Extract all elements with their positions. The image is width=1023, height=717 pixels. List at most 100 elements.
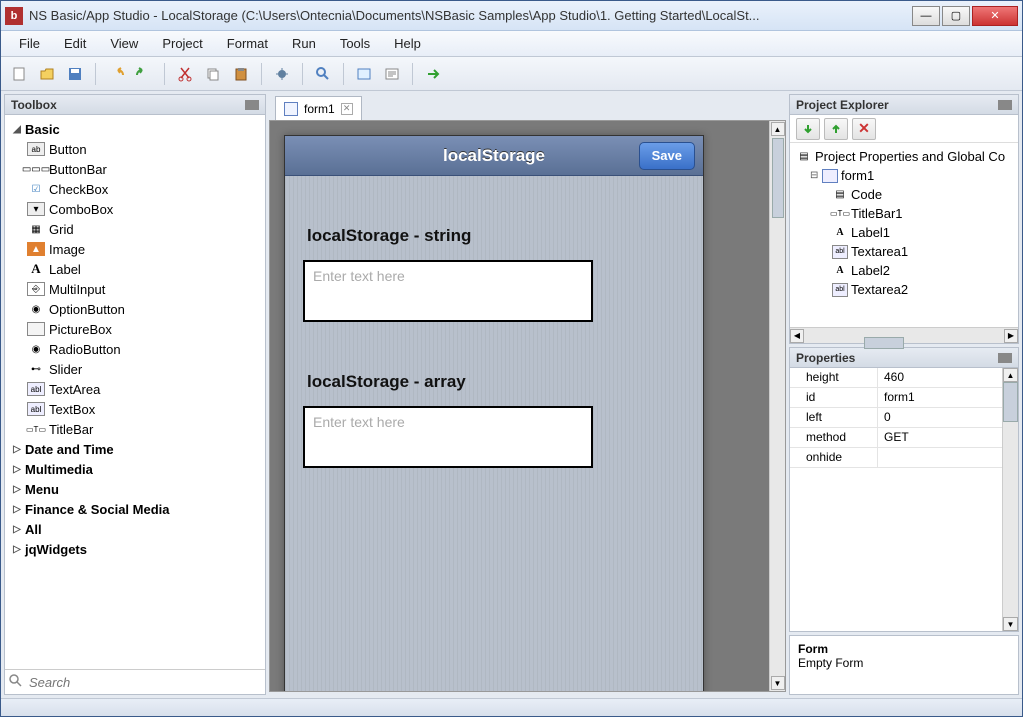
scroll-left-icon[interactable]: ◀ <box>790 329 804 343</box>
copy-icon[interactable] <box>201 62 225 86</box>
menu-help[interactable]: Help <box>382 33 433 54</box>
toolbox-item-picturebox[interactable]: PictureBox <box>5 319 265 339</box>
menu-run[interactable]: Run <box>280 33 328 54</box>
desc-title: Form <box>798 642 1010 656</box>
menu-file[interactable]: File <box>7 33 52 54</box>
prop-row-onhide[interactable]: onhide <box>790 448 1018 468</box>
explorer-form1[interactable]: ⊟form1 <box>792 166 1016 185</box>
explorer-scrollbar-h[interactable]: ◀ ▶ <box>790 327 1018 343</box>
maximize-button[interactable]: ▢ <box>942 6 970 26</box>
form-node-icon <box>822 169 838 183</box>
designer-area: form1 ✕ localStorage Save localStorage -… <box>269 94 786 695</box>
toolbox-item-combobox[interactable]: ▾ComboBox <box>5 199 265 219</box>
phone-save-button[interactable]: Save <box>639 142 695 170</box>
toolbox-item-multiinput[interactable]: ⎆MultiInput <box>5 279 265 299</box>
save-icon[interactable] <box>63 62 87 86</box>
phone-titlebar: localStorage Save <box>285 136 703 176</box>
code-icon[interactable] <box>380 62 404 86</box>
explorer-code[interactable]: ▤Code <box>792 185 1016 204</box>
toolbox-group-all[interactable]: ▷All <box>5 519 265 539</box>
move-up-button[interactable] <box>824 118 848 140</box>
properties-header: Properties <box>790 348 1018 368</box>
menu-tools[interactable]: Tools <box>328 33 382 54</box>
delete-button[interactable]: ✕ <box>852 118 876 140</box>
prop-scroll-down-icon[interactable]: ▼ <box>1003 617 1018 631</box>
toolbox-tree: ◢Basic abButton ▭▭▭ButtonBar ☑CheckBox ▾… <box>5 115 265 669</box>
toolbox-group-jqwidgets[interactable]: ▷jqWidgets <box>5 539 265 559</box>
phone-label1: localStorage - string <box>307 226 685 246</box>
scroll-down-icon[interactable]: ▼ <box>771 676 785 690</box>
prop-row-height[interactable]: height460 <box>790 368 1018 388</box>
explorer-label1[interactable]: ALabel1 <box>792 223 1016 242</box>
toolbox-item-grid[interactable]: ▦Grid <box>5 219 265 239</box>
find-icon[interactable] <box>311 62 335 86</box>
canvas-scrollbar-v[interactable]: ▲ ▼ <box>769 121 785 691</box>
search-input[interactable] <box>29 675 261 690</box>
toolbox-group-multimedia[interactable]: ▷Multimedia <box>5 459 265 479</box>
menu-edit[interactable]: Edit <box>52 33 98 54</box>
undo-icon[interactable] <box>104 62 128 86</box>
toolbox-item-button[interactable]: abButton <box>5 139 265 159</box>
phone-textarea1[interactable]: Enter text here <box>303 260 593 322</box>
menu-view[interactable]: View <box>98 33 150 54</box>
project-explorer-panel: Project Explorer ✕ ▤Project Properties a… <box>789 94 1019 344</box>
toolbox-group-menu[interactable]: ▷Menu <box>5 479 265 499</box>
form-icon[interactable] <box>352 62 376 86</box>
prop-row-id[interactable]: idform1 <box>790 388 1018 408</box>
toolbox-item-optionbutton[interactable]: ◉OptionButton <box>5 299 265 319</box>
toolbox-item-slider[interactable]: ⊷Slider <box>5 359 265 379</box>
toolbox-item-textbox[interactable]: ablTextBox <box>5 399 265 419</box>
prop-scroll-thumb[interactable] <box>1003 382 1018 422</box>
buttonbar-icon: ▭▭▭ <box>27 162 45 176</box>
properties-minimize-icon[interactable] <box>998 353 1012 363</box>
menubar: File Edit View Project Format Run Tools … <box>1 31 1022 57</box>
properties-icon: ▤ <box>796 150 812 164</box>
toolbox-item-radiobutton[interactable]: ◉RadioButton <box>5 339 265 359</box>
toolbox-group-finance[interactable]: ▷Finance & Social Media <box>5 499 265 519</box>
checkbox-icon: ☑ <box>27 182 45 196</box>
explorer-titlebar1[interactable]: ▭T▭TitleBar1 <box>792 204 1016 223</box>
explorer-textarea2[interactable]: ablTextarea2 <box>792 280 1016 299</box>
menu-format[interactable]: Format <box>215 33 280 54</box>
scroll-thumb-h[interactable] <box>864 337 904 349</box>
prop-row-left[interactable]: left0 <box>790 408 1018 428</box>
toolbox-minimize-icon[interactable] <box>245 100 259 110</box>
description-panel: Form Empty Form <box>789 635 1019 695</box>
prop-row-method[interactable]: methodGET <box>790 428 1018 448</box>
toolbox-item-checkbox[interactable]: ☑CheckBox <box>5 179 265 199</box>
new-icon[interactable] <box>7 62 31 86</box>
prop-scroll-up-icon[interactable]: ▲ <box>1003 368 1018 382</box>
toolbox-item-titlebar[interactable]: ▭T▭TitleBar <box>5 419 265 439</box>
cut-icon[interactable] <box>173 62 197 86</box>
toolbox-item-image[interactable]: ▲Image <box>5 239 265 259</box>
code-node-icon: ▤ <box>832 188 848 202</box>
minimize-button[interactable]: — <box>912 6 940 26</box>
toolbox-item-textarea[interactable]: ablTextArea <box>5 379 265 399</box>
scroll-right-icon[interactable]: ▶ <box>1004 329 1018 343</box>
move-down-button[interactable] <box>796 118 820 140</box>
explorer-minimize-icon[interactable] <box>998 100 1012 110</box>
toolbar <box>1 57 1022 91</box>
scroll-up-icon[interactable]: ▲ <box>771 122 785 136</box>
explorer-root[interactable]: ▤Project Properties and Global Co <box>792 147 1016 166</box>
radiobutton-icon: ◉ <box>27 342 45 356</box>
close-button[interactable]: ✕ <box>972 6 1018 26</box>
tab-close-icon[interactable]: ✕ <box>341 103 353 115</box>
explorer-label2[interactable]: ALabel2 <box>792 261 1016 280</box>
paste-icon[interactable] <box>229 62 253 86</box>
toolbox-item-label[interactable]: ALabel <box>5 259 265 279</box>
menu-project[interactable]: Project <box>150 33 214 54</box>
run-icon[interactable] <box>421 62 445 86</box>
tab-form1[interactable]: form1 ✕ <box>275 96 362 120</box>
scroll-thumb[interactable] <box>772 138 784 218</box>
debug-icon[interactable] <box>270 62 294 86</box>
canvas[interactable]: localStorage Save localStorage - string … <box>269 120 786 692</box>
phone-textarea2[interactable]: Enter text here <box>303 406 593 468</box>
toolbox-group-datetime[interactable]: ▷Date and Time <box>5 439 265 459</box>
explorer-textarea1[interactable]: ablTextarea1 <box>792 242 1016 261</box>
toolbox-group-basic[interactable]: ◢Basic <box>5 119 265 139</box>
redo-icon[interactable] <box>132 62 156 86</box>
toolbox-item-buttonbar[interactable]: ▭▭▭ButtonBar <box>5 159 265 179</box>
open-icon[interactable] <box>35 62 59 86</box>
properties-scrollbar-v[interactable]: ▲ ▼ <box>1002 368 1018 631</box>
